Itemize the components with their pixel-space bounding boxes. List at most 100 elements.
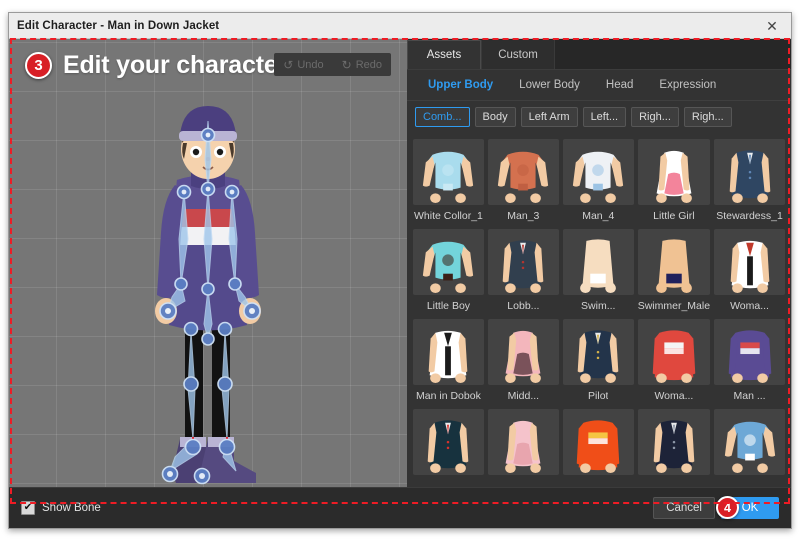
asset-cell bbox=[562, 409, 634, 483]
ok-label: OK bbox=[741, 502, 759, 514]
asset-thumbnail-18[interactable] bbox=[637, 409, 711, 475]
subtab-expression-label: Expression bbox=[659, 79, 717, 91]
asset-thumbnail-8[interactable] bbox=[637, 229, 711, 295]
asset-cell bbox=[714, 409, 785, 483]
show-bone-checkbox[interactable]: ✔ Show Bone bbox=[21, 501, 101, 515]
garment-illustration bbox=[580, 239, 617, 294]
asset-thumbnail-11[interactable] bbox=[487, 319, 559, 385]
asset-thumbnail-3[interactable] bbox=[637, 139, 711, 205]
garment-illustration bbox=[656, 150, 692, 204]
redo-button[interactable]: ↻ Redo bbox=[333, 53, 391, 76]
garment-illustration bbox=[505, 330, 542, 384]
asset-scroll-area[interactable]: White Collor_1 Man_3 Man_4 Little Girl S… bbox=[407, 133, 791, 487]
asset-cell: Stewardess_1 bbox=[714, 139, 785, 225]
part-chip-0[interactable]: Comb... bbox=[415, 107, 470, 127]
part-chip-2[interactable]: Left Arm bbox=[520, 107, 578, 127]
tabbar-filler bbox=[555, 40, 791, 69]
asset-thumbnail-13[interactable] bbox=[637, 319, 711, 385]
asset-thumbnail-17[interactable] bbox=[562, 409, 634, 475]
undo-arrow-icon: ↺ bbox=[283, 57, 294, 72]
asset-label-4: Stewardess_1 bbox=[716, 210, 783, 222]
tab-custom-label: Custom bbox=[498, 48, 538, 61]
part-chip-5[interactable]: Righ... bbox=[683, 107, 732, 127]
asset-cell: Little Boy bbox=[413, 229, 484, 315]
garment-illustration bbox=[730, 240, 769, 294]
asset-label-10: Man in Dobok bbox=[416, 390, 481, 402]
asset-thumbnail-7[interactable] bbox=[562, 229, 634, 295]
asset-label-11: Midd... bbox=[507, 390, 540, 402]
asset-thumbnail-10[interactable] bbox=[413, 319, 484, 385]
garment-illustration bbox=[724, 421, 775, 474]
close-icon[interactable]: ✕ bbox=[761, 16, 783, 36]
asset-cell bbox=[637, 409, 711, 483]
checkbox-glyph: ✔ bbox=[21, 501, 35, 515]
cancel-button[interactable]: Cancel bbox=[653, 497, 715, 519]
subtab-upper-body[interactable]: Upper Body bbox=[415, 79, 506, 91]
dialog-body: 3 Edit your character ↺ Undo ↻ Redo Asse… bbox=[9, 39, 791, 487]
asset-label-12: Pilot bbox=[588, 390, 609, 402]
asset-cell: Man_4 bbox=[562, 139, 634, 225]
asset-label-1: Man_3 bbox=[507, 210, 540, 222]
subtab-lower-body[interactable]: Lower Body bbox=[506, 79, 593, 91]
part-chip-4[interactable]: Righ... bbox=[631, 107, 679, 127]
asset-thumbnail-15[interactable] bbox=[413, 409, 484, 475]
asset-cell bbox=[413, 409, 484, 483]
dialog-footer: ✔ Show Bone Cancel OK bbox=[9, 487, 791, 528]
asset-cell: Woma... bbox=[637, 319, 711, 405]
garment-illustration bbox=[428, 420, 469, 474]
part-filter-chips: Comb... Body Left Arm Left... Righ... Righ... bbox=[407, 101, 791, 133]
asset-cell: Man_3 bbox=[487, 139, 559, 225]
asset-thumbnail-5[interactable] bbox=[413, 229, 484, 295]
edit-character-dialog: Edit Character - Man in Down Jacket ✕ 3 … bbox=[8, 12, 792, 529]
asset-label-13: Woma... bbox=[654, 390, 694, 402]
part-chip-1[interactable]: Body bbox=[474, 107, 516, 127]
asset-subtabs: Upper Body Lower Body Head Expression bbox=[407, 70, 791, 101]
step-badge-3: 3 bbox=[25, 52, 52, 79]
asset-thumbnail-9[interactable] bbox=[714, 229, 785, 295]
asset-cell: Swimmer_Male bbox=[637, 229, 711, 315]
asset-thumbnail-0[interactable] bbox=[413, 139, 484, 205]
asset-cell: Midd... bbox=[487, 319, 559, 405]
asset-thumbnail-1[interactable] bbox=[487, 139, 559, 205]
character-preview-panel[interactable]: 3 Edit your character ↺ Undo ↻ Redo bbox=[9, 39, 407, 487]
subtab-lower-body-label: Lower Body bbox=[519, 79, 580, 91]
show-bone-label: Show Bone bbox=[42, 502, 101, 514]
tab-custom[interactable]: Custom bbox=[481, 40, 555, 69]
asset-label-0: White Collor_1 bbox=[414, 210, 483, 222]
garment-illustration bbox=[503, 240, 544, 294]
tab-assets[interactable]: Assets bbox=[407, 40, 481, 69]
dialog-titlebar: Edit Character - Man in Down Jacket ✕ bbox=[9, 13, 791, 39]
garment-illustration bbox=[728, 330, 771, 384]
garment-illustration bbox=[577, 330, 619, 384]
asset-cell: Woma... bbox=[714, 229, 785, 315]
dialog-title: Edit Character - Man in Down Jacket bbox=[17, 19, 220, 32]
garment-illustration bbox=[423, 151, 474, 204]
asset-thumbnail-14[interactable] bbox=[714, 319, 785, 385]
asset-label-14: Man ... bbox=[733, 390, 766, 402]
undo-button[interactable]: ↺ Undo bbox=[274, 53, 332, 76]
asset-thumbnail-6[interactable] bbox=[487, 229, 559, 295]
tab-assets-label: Assets bbox=[426, 49, 462, 61]
asset-thumbnail-16[interactable] bbox=[487, 409, 559, 475]
asset-thumbnail-4[interactable] bbox=[714, 139, 785, 205]
asset-cell: Man in Dobok bbox=[413, 319, 484, 405]
garment-illustration bbox=[652, 330, 696, 384]
asset-thumbnail-12[interactable] bbox=[562, 319, 634, 385]
asset-panel: Assets Custom Upper Body Lower Body Head… bbox=[407, 39, 791, 487]
garment-illustration bbox=[423, 241, 474, 294]
undo-redo-group: ↺ Undo ↻ Redo bbox=[274, 53, 391, 76]
garment-illustration bbox=[498, 151, 549, 204]
asset-thumbnail-19[interactable] bbox=[714, 409, 785, 475]
asset-thumbnail-2[interactable] bbox=[562, 139, 634, 205]
cancel-label: Cancel bbox=[666, 502, 702, 514]
screenshot-root: Edit Character - Man in Down Jacket ✕ 3 … bbox=[0, 0, 800, 550]
preview-headline-text: Edit your character bbox=[63, 51, 288, 79]
garment-illustration bbox=[656, 239, 692, 294]
subtab-expression[interactable]: Expression bbox=[646, 79, 729, 91]
asset-label-8: Swimmer_Male bbox=[637, 300, 711, 312]
subtab-head[interactable]: Head bbox=[593, 79, 647, 91]
character-canvas[interactable] bbox=[9, 39, 407, 487]
garment-illustration bbox=[729, 150, 770, 204]
garment-illustration bbox=[505, 420, 542, 474]
part-chip-3[interactable]: Left... bbox=[582, 107, 627, 127]
